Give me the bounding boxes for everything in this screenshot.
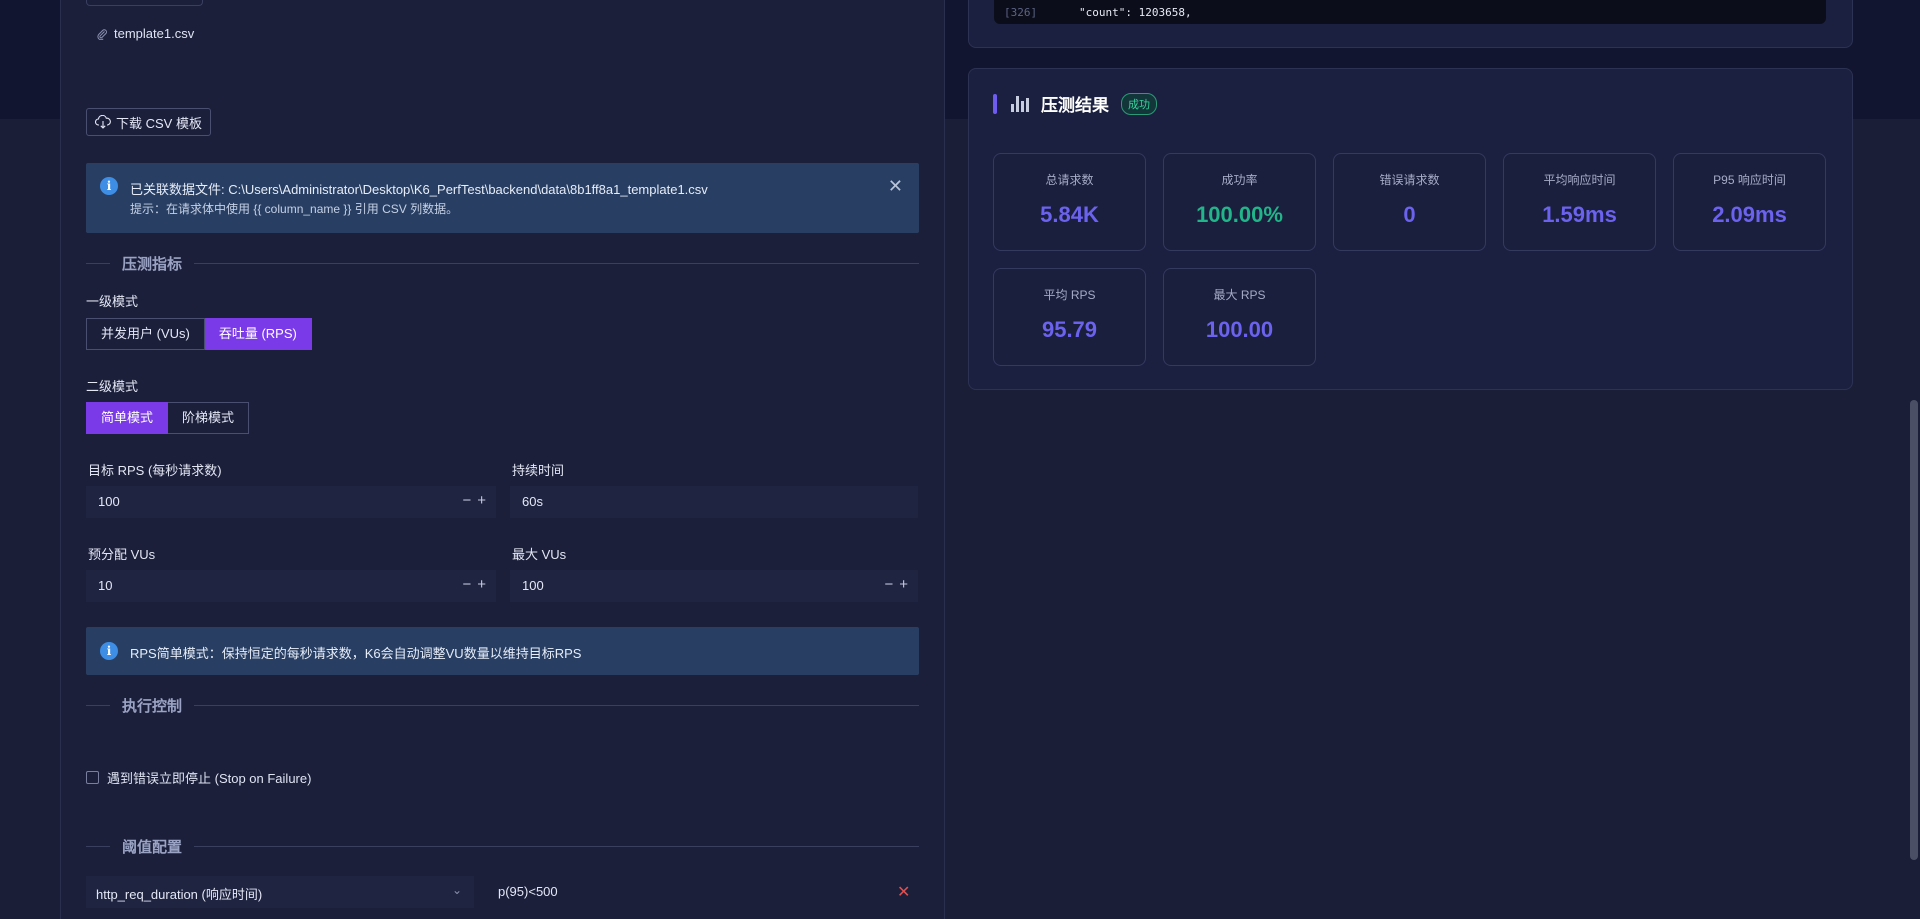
threshold-metric-value: http_req_duration (响应时间) xyxy=(96,887,263,902)
stat-value: 95.79 xyxy=(1041,317,1098,342)
target-rps-label: 目标 RPS (每秒请求数) xyxy=(88,463,222,478)
duration-value: 60s xyxy=(522,494,543,509)
download-button-label: 下载 CSV 模板 xyxy=(116,115,202,131)
stat-total-requests: 总请求数 5.84K xyxy=(993,153,1146,251)
mode-simple-option[interactable]: 简单模式 xyxy=(86,402,169,434)
chevron-down-icon: ⌄ xyxy=(451,883,462,897)
csv-alert-path: 已关联数据文件: C:\Users\Administrator\Desktop\… xyxy=(130,182,708,197)
file-name: template1.csv xyxy=(114,26,195,41)
csv-alert-hint: 提示：在请求体中使用 {{ column_name }} 引用 CSV 列数据。 xyxy=(130,202,459,216)
prealloc-vus-input[interactable]: 10 − + xyxy=(86,570,496,602)
section-execution: 执行控制 xyxy=(86,695,919,715)
info-icon: i xyxy=(100,177,118,195)
bar-chart-icon xyxy=(1011,95,1029,112)
stat-value: 5.84K xyxy=(1040,202,1099,227)
mode-rps-option[interactable]: 吞吐量 (RPS) xyxy=(204,318,312,350)
rps-info-alert: i RPS简单模式：保持恒定的每秒请求数，K6会自动调整VU数量以维持目标RPS xyxy=(86,627,919,675)
section-title: 阈值配置 xyxy=(122,838,183,856)
stat-label: 总请求数 xyxy=(1045,173,1094,187)
stop-on-failure-checkbox[interactable]: 遇到错误立即停止 (Stop on Failure) xyxy=(86,768,311,787)
code-viewer[interactable]: [326] "count": 1203658, xyxy=(994,0,1826,24)
threshold-condition-input[interactable]: p(95)<500 xyxy=(484,876,874,908)
page-scrollbar[interactable] xyxy=(1910,400,1918,860)
delete-threshold-icon[interactable]: ✕ xyxy=(897,882,910,902)
target-rps-value: 100 xyxy=(98,494,120,509)
primary-mode-label: 一级模式 xyxy=(86,294,139,309)
decrement-button[interactable]: − xyxy=(462,492,471,509)
decrement-button[interactable]: − xyxy=(462,576,471,593)
section-threshold: 阈值配置 xyxy=(86,836,919,856)
stat-value: 2.09ms xyxy=(1712,202,1787,227)
info-icon: i xyxy=(100,642,118,660)
decrement-button[interactable]: − xyxy=(884,576,893,593)
paperclip-icon xyxy=(97,28,107,40)
result-title: 压测结果 xyxy=(1041,96,1109,115)
stat-value: 100.00 xyxy=(1205,317,1274,342)
mode-vus-option[interactable]: 并发用户 (VUs) xyxy=(86,318,205,350)
stat-value: 0 xyxy=(1403,202,1416,227)
stat-label: 成功率 xyxy=(1221,173,1258,187)
download-csv-template-button[interactable]: 下载 CSV 模板 xyxy=(86,108,211,136)
csv-info-alert: i 已关联数据文件: C:\Users\Administrator\Deskto… xyxy=(86,163,919,233)
max-vus-input[interactable]: 100 − + xyxy=(510,570,918,602)
max-vus-value: 100 xyxy=(522,578,544,593)
stop-on-failure-label: 遇到错误立即停止 (Stop on Failure) xyxy=(107,771,312,786)
rps-alert-text: RPS简单模式：保持恒定的每秒请求数，K6会自动调整VU数量以维持目标RPS xyxy=(130,646,582,661)
max-vus-label: 最大 VUs xyxy=(512,547,567,562)
config-panel: template1.csv 下载 CSV 模板 i 已关联数据文件: C:\Us… xyxy=(60,0,945,919)
accent-bar xyxy=(993,93,997,114)
attached-file[interactable]: template1.csv xyxy=(96,26,194,41)
target-rps-input[interactable]: 100 − + xyxy=(86,486,496,518)
stat-avg-response: 平均响应时间 1.59ms xyxy=(1503,153,1656,251)
checkbox-icon[interactable] xyxy=(86,771,99,784)
primary-mode-selector: 并发用户 (VUs) 吞吐量 (RPS) xyxy=(86,318,312,350)
stat-p95-response: P95 响应时间 2.09ms xyxy=(1673,153,1826,251)
section-metrics: 压测指标 xyxy=(86,253,919,273)
stat-label: 平均响应时间 xyxy=(1543,173,1616,187)
prealloc-vus-label: 预分配 VUs xyxy=(88,547,156,562)
prealloc-vus-value: 10 xyxy=(98,578,113,593)
stat-label: 错误请求数 xyxy=(1379,173,1440,187)
status-badge: 成功 xyxy=(1121,92,1157,115)
stat-value: 100.00% xyxy=(1196,202,1283,227)
test-result-card: 压测结果 成功 总请求数 5.84K 成功率 100.00% 错误请求数 0 平… xyxy=(968,68,1853,390)
secondary-mode-label: 二级模式 xyxy=(86,379,139,394)
response-body-card: [326] "count": 1203658, xyxy=(968,0,1853,48)
duration-input[interactable]: 60s xyxy=(510,486,918,518)
result-header: 压测结果 成功 xyxy=(993,91,1157,116)
stat-success-rate: 成功率 100.00% xyxy=(1163,153,1316,251)
mode-stepped-option[interactable]: 阶梯模式 xyxy=(168,402,250,434)
stat-label: P95 响应时间 xyxy=(1713,173,1786,187)
threshold-condition-value: p(95)<500 xyxy=(498,884,558,899)
stat-max-rps: 最大 RPS 100.00 xyxy=(1163,268,1316,366)
upload-button-edge[interactable] xyxy=(86,0,203,6)
cloud-download-icon xyxy=(95,115,111,129)
increment-button[interactable]: + xyxy=(899,576,908,593)
code-line-text: "count": 1203658, xyxy=(1079,6,1192,19)
section-title: 执行控制 xyxy=(122,697,183,715)
stat-label: 最大 RPS xyxy=(1213,288,1266,302)
increment-button[interactable]: + xyxy=(477,576,486,593)
stat-label: 平均 RPS xyxy=(1043,288,1096,302)
close-icon[interactable]: ✕ xyxy=(888,177,903,195)
stat-value: 1.59ms xyxy=(1542,202,1617,227)
increment-button[interactable]: + xyxy=(477,492,486,509)
secondary-mode-selector: 简单模式 阶梯模式 xyxy=(86,402,250,434)
stat-error-requests: 错误请求数 0 xyxy=(1333,153,1486,251)
threshold-metric-select[interactable]: http_req_duration (响应时间) ⌄ xyxy=(86,876,474,908)
code-line-number: [326] xyxy=(1004,6,1038,19)
stat-avg-rps: 平均 RPS 95.79 xyxy=(993,268,1146,366)
section-title: 压测指标 xyxy=(122,255,183,273)
duration-label: 持续时间 xyxy=(512,463,565,478)
